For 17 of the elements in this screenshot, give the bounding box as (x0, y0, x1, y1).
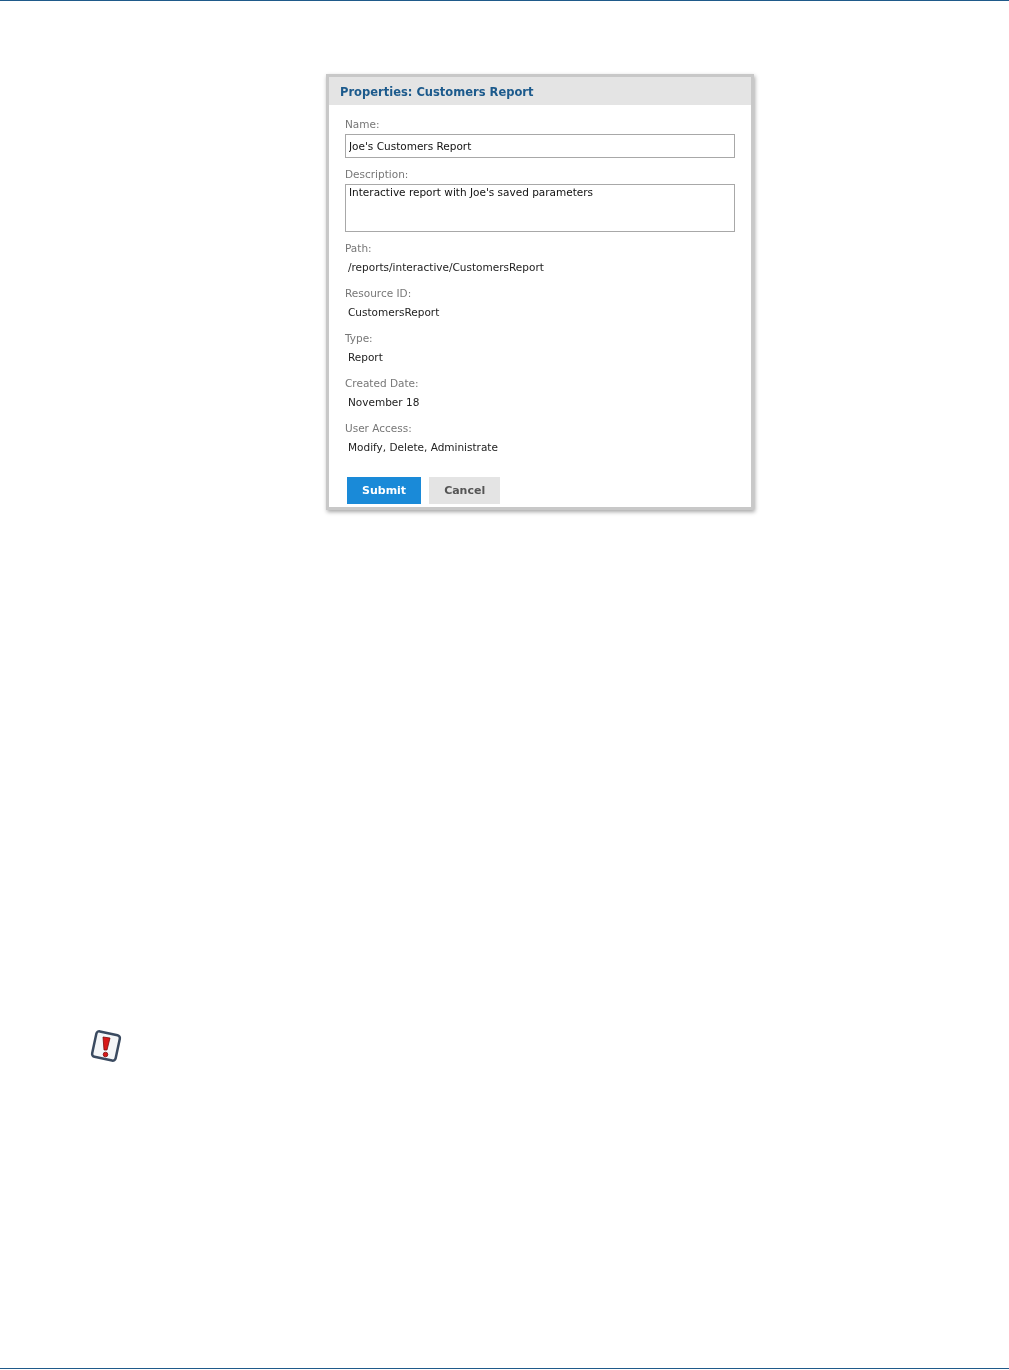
field-label: Type: (345, 332, 374, 344)
field-label: Path: (345, 242, 373, 254)
cancel-button[interactable]: Cancel (429, 477, 501, 504)
field-label: Name: (345, 118, 381, 130)
field-value: Modify, Delete, Administrate (347, 441, 499, 453)
field-label: Resource ID: (345, 287, 413, 299)
field-value: Report (347, 351, 384, 363)
submit-button[interactable]: Submit (347, 477, 422, 504)
name-field[interactable]: Joe's Customers Report (345, 134, 735, 158)
field-value: CustomersReport (347, 306, 441, 318)
field-value: November 18 (347, 396, 421, 408)
field-label: Description: (345, 168, 410, 180)
description-field[interactable]: Interactive report with Joe's saved parameters (345, 184, 735, 232)
field-value: /reports/interactive/CustomersReport (347, 261, 545, 273)
field-label: Created Date: (345, 377, 420, 389)
field-label: User Access: (345, 422, 413, 434)
dialog-title: Properties: Customers Report (329, 77, 751, 105)
